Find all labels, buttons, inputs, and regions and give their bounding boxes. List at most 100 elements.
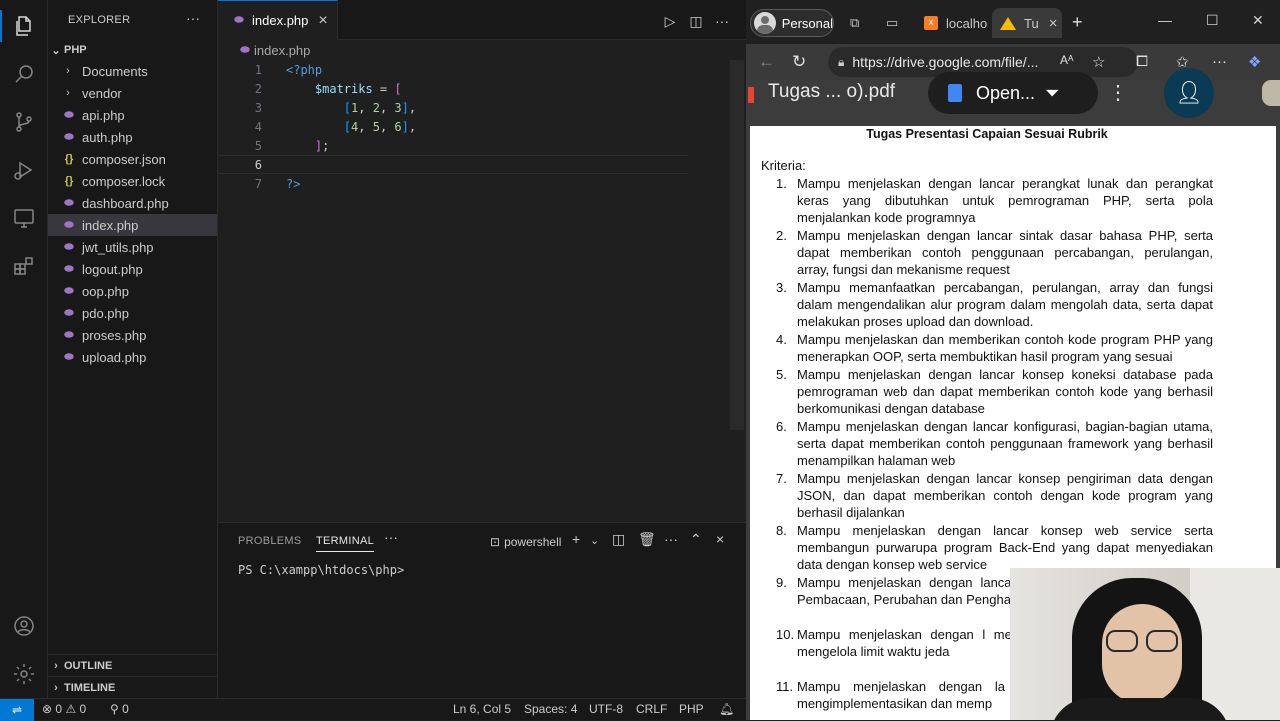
workspaces-icon[interactable]: ⧉ — [850, 8, 870, 38]
tab-index-php[interactable]: ⬬ index.php × — [218, 0, 338, 40]
tree-item-auth-php[interactable]: ⬬ auth.php — [48, 126, 217, 148]
maximize-panel-icon[interactable]: ⌃ — [690, 531, 702, 548]
tree-item-composer-lock[interactable]: {} composer.lock — [48, 170, 217, 192]
run-file-icon[interactable]: ▷ — [660, 11, 680, 31]
tree-item-label: auth.php — [82, 129, 133, 145]
vscode-window: EXPLORER ··· ⌄ PHP › Documents › vendor ⬬ api… — [0, 0, 746, 721]
tree-item-label: dashboard.php — [82, 195, 169, 211]
editor-more-icon[interactable]: ··· — [712, 11, 732, 31]
tree-item-pdo-php[interactable]: ⬬ pdo.php — [48, 302, 217, 324]
trash-icon[interactable]: 🗑 — [638, 531, 656, 548]
tab-localhost[interactable]: x localho — [918, 8, 998, 38]
tree-item-dashboard-php[interactable]: ⬬ dashboard.php — [48, 192, 217, 214]
share-add-person-icon[interactable]: 👤︎ — [1164, 68, 1214, 118]
refresh-icon[interactable]: ↻ — [792, 52, 806, 72]
encoding-status[interactable]: UTF-8 — [589, 702, 623, 716]
close-panel-icon[interactable]: × — [716, 531, 724, 547]
extensions-puzzle-icon[interactable]: ⧠ — [1136, 53, 1148, 70]
maximize-icon[interactable]: ☐ — [1206, 12, 1219, 29]
browser-menu-icon[interactable]: ··· — [1212, 53, 1227, 70]
close-icon[interactable]: × — [318, 12, 327, 30]
code-line[interactable]: 5 ]; — [218, 136, 688, 155]
google-drive-icon — [1000, 16, 1016, 30]
close-window-icon[interactable]: ✕ — [1252, 12, 1264, 29]
favorite-star-icon[interactable]: ☆ — [1092, 53, 1105, 71]
root-folder[interactable]: ⌄ PHP — [48, 40, 217, 60]
terminal-icon: ⊡ — [490, 535, 501, 549]
outline-section[interactable]: › OUTLINE — [48, 654, 217, 676]
search-icon[interactable] — [8, 58, 40, 90]
accounts-icon[interactable] — [8, 610, 40, 642]
remote-explorer-icon[interactable] — [8, 202, 40, 234]
breadcrumb[interactable]: ⬬ index.php — [236, 40, 310, 60]
language-mode[interactable]: PHP — [679, 702, 704, 716]
tree-item-proses-php[interactable]: ⬬ proses.php — [48, 324, 217, 346]
terminal-prompt[interactable]: PS C:\xampp\htdocs\php> — [238, 563, 404, 577]
back-icon[interactable]: ← — [758, 52, 775, 72]
tab-terminal[interactable]: TERMINAL — [316, 535, 375, 552]
read-aloud-icon[interactable]: Aᴬ — [1060, 53, 1073, 67]
cursor-position[interactable]: Ln 6, Col 5 — [453, 702, 511, 716]
tree-item-logout-php[interactable]: ⬬ logout.php — [48, 258, 217, 280]
tree-item-oop-php[interactable]: ⬬ oop.php — [48, 280, 217, 302]
code-line[interactable]: 6 — [218, 155, 688, 174]
extensions-icon[interactable] — [8, 250, 40, 282]
code-line[interactable]: 4 [4, 5, 6], — [218, 117, 688, 136]
source-control-icon[interactable] — [8, 106, 40, 138]
more-vert-icon[interactable]: ⋮ — [1108, 80, 1128, 105]
tree-item-index-php[interactable]: ⬬ index.php — [48, 214, 217, 236]
php-file-icon: ⬬ — [64, 240, 74, 253]
tree-item-jwt-utils-php[interactable]: ⬬ jwt_utils.php — [48, 236, 217, 258]
terminal-shell-selector[interactable]: ⊡ powershell — [490, 535, 561, 549]
minimize-icon[interactable]: — — [1158, 12, 1172, 28]
php-file-icon: ⬬ — [64, 284, 74, 297]
close-icon[interactable]: × — [1049, 15, 1058, 32]
new-terminal-icon[interactable]: + — [572, 531, 580, 547]
timeline-section[interactable]: › TIMELINE — [48, 676, 217, 698]
criteria-item: 1. Mampu menjelaskan dengan lancar perang… — [776, 175, 1213, 227]
profile-button[interactable]: Personal — [750, 9, 834, 37]
chevron-down-icon[interactable]: ⌄ — [590, 534, 599, 547]
remote-indicator-icon[interactable]: ⇌ — [0, 699, 34, 721]
tab-google-drive[interactable]: Tu × — [992, 8, 1062, 38]
editor-scrollbar[interactable] — [730, 60, 744, 430]
explorer-more-icon[interactable]: ··· — [186, 10, 200, 26]
criteria-number: 5. — [776, 367, 787, 382]
copilot-icon[interactable]: ❖ — [1248, 53, 1261, 71]
notifications-bell-icon[interactable]: 🔔︎ — [719, 702, 734, 716]
code-line[interactable]: 3 [1, 2, 3], — [218, 98, 688, 117]
line-number: 1 — [254, 62, 262, 77]
avatar[interactable] — [1262, 80, 1280, 106]
tree-item-upload-php[interactable]: ⬬ upload.php — [48, 346, 217, 368]
glasses-icon — [1106, 630, 1178, 652]
tree-item-composer-json[interactable]: {} composer.json — [48, 148, 217, 170]
code-editor[interactable]: 1 <?php 2 $matriks = [3 [1, 2, 3], 4 [4, 5,… — [218, 60, 734, 522]
line-number: 6 — [254, 157, 262, 172]
code-line[interactable]: 2 $matriks = [ — [218, 79, 688, 98]
tab-problems[interactable]: PROBLEMS — [238, 535, 302, 547]
ports-status[interactable]: ⚲ 0 — [110, 702, 129, 716]
code-line[interactable]: 7 ?> — [218, 174, 688, 193]
tree-item-vendor[interactable]: › vendor — [48, 82, 217, 104]
tree-item-api-php[interactable]: ⬬ api.php — [48, 104, 217, 126]
tree-item-documents[interactable]: › Documents — [48, 60, 217, 82]
panel-more-icon[interactable]: ··· — [664, 531, 678, 547]
open-with-button[interactable]: Open... ⏷ — [928, 72, 1098, 114]
run-debug-icon[interactable] — [8, 154, 40, 186]
xampp-icon: x — [924, 16, 938, 30]
settings-gear-icon[interactable] — [8, 658, 40, 690]
criteria-text: Mampu menjelaskan dengan lancar konsep k… — [797, 367, 1213, 417]
code-line[interactable]: 1 <?php — [218, 60, 688, 79]
indentation-status[interactable]: Spaces: 4 — [524, 702, 577, 716]
split-editor-icon[interactable]: ◫ — [686, 11, 706, 31]
code-text: ?> — [286, 176, 301, 191]
problems-status[interactable]: ⊗ 0 ⚠ 0 — [42, 702, 86, 716]
eol-status[interactable]: CRLF — [636, 702, 667, 716]
explorer-icon[interactable] — [8, 10, 40, 42]
tab-actions-icon[interactable]: ▭ — [886, 8, 906, 38]
document-heading: Tugas Presentasi Capaian Sesuai Rubrik — [866, 127, 1108, 141]
new-tab-icon[interactable]: + — [1072, 12, 1083, 33]
split-terminal-icon[interactable]: ◫ — [612, 531, 625, 548]
document-name: Tugas ... o).pdf — [768, 81, 896, 102]
panel-more-icon[interactable]: ··· — [384, 529, 398, 545]
